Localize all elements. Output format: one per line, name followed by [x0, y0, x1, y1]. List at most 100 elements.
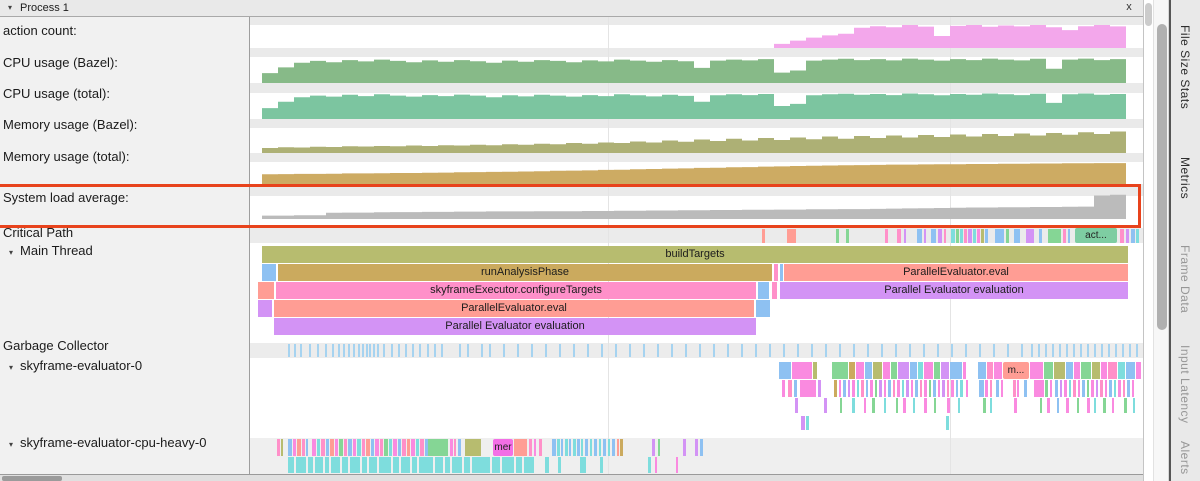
- trace-event-tick[interactable]: [795, 398, 798, 413]
- trace-event-tick[interactable]: [1045, 380, 1048, 397]
- trace-event-tick[interactable]: [870, 380, 873, 397]
- trace-event-tick[interactable]: [806, 416, 809, 430]
- horizontal-scrollbar-thumb[interactable]: [2, 476, 62, 481]
- trace-event-tick[interactable]: [884, 398, 886, 413]
- trace-event-tick[interactable]: [1100, 380, 1103, 397]
- trace-event-tick[interactable]: [464, 457, 470, 473]
- gc-event-tick[interactable]: [294, 344, 296, 357]
- gc-event-tick[interactable]: [1007, 344, 1009, 357]
- gc-event-tick[interactable]: [1108, 344, 1110, 357]
- trace-event-tick[interactable]: [648, 457, 651, 473]
- trace-event-tick[interactable]: [1040, 398, 1042, 413]
- trace-event-tick[interactable]: [1030, 362, 1043, 379]
- trace-event-tick[interactable]: [990, 380, 992, 397]
- trace-event-tick[interactable]: [366, 439, 370, 456]
- gc-event-tick[interactable]: [503, 344, 505, 357]
- trace-event-tick[interactable]: [840, 398, 842, 413]
- trace-event-tick[interactable]: [458, 439, 461, 456]
- trace-event-tick[interactable]: [1039, 229, 1042, 243]
- trace-event-tick[interactable]: [839, 380, 841, 397]
- trace-event-tick[interactable]: [321, 439, 325, 456]
- trace-event-tick[interactable]: [1060, 380, 1062, 397]
- trace-event-tick[interactable]: [979, 380, 984, 397]
- trace-event-tick[interactable]: [288, 457, 294, 473]
- trace-event-tick[interactable]: [655, 457, 657, 473]
- gc-event-tick[interactable]: [1045, 344, 1047, 357]
- trace-event-tick-labeled[interactable]: mer: [493, 439, 513, 456]
- gc-event-tick[interactable]: [629, 344, 631, 357]
- trace-span[interactable]: [258, 300, 272, 317]
- outer-scrollbar-thumb[interactable]: [1145, 3, 1152, 26]
- gc-event-tick[interactable]: [358, 344, 360, 357]
- trace-event-tick[interactable]: [1132, 380, 1134, 397]
- side-tab-alerts[interactable]: Alerts: [1178, 441, 1192, 475]
- trace-event-tick[interactable]: [1017, 380, 1019, 397]
- gc-event-tick[interactable]: [467, 344, 469, 357]
- trace-event-tick[interactable]: [931, 229, 936, 243]
- gc-event-tick[interactable]: [965, 344, 967, 357]
- trace-event-tick[interactable]: [813, 362, 817, 379]
- trace-event-tick[interactable]: [492, 457, 500, 473]
- trace-event-tick[interactable]: [393, 439, 397, 456]
- trace-event-tick[interactable]: [1094, 398, 1096, 413]
- trace-event-tick[interactable]: [1126, 362, 1135, 379]
- trace-event-tick[interactable]: [1034, 380, 1044, 397]
- counter-chart[interactable]: [262, 188, 1126, 219]
- trace-event-tick[interactable]: [599, 439, 601, 456]
- gc-event-tick[interactable]: [459, 344, 461, 357]
- trace-event-tick[interactable]: [1026, 229, 1034, 243]
- gc-event-tick[interactable]: [1066, 344, 1068, 357]
- gc-event-tick[interactable]: [545, 344, 547, 357]
- outer-vertical-scrollbar[interactable]: [1143, 0, 1153, 481]
- trace-event-tick[interactable]: [581, 439, 583, 456]
- trace-event-tick[interactable]: [861, 380, 864, 397]
- gc-event-tick[interactable]: [1073, 344, 1075, 357]
- trace-event-tick[interactable]: [580, 457, 586, 473]
- trace-event-tick[interactable]: [911, 380, 913, 397]
- trace-event-tick[interactable]: [834, 380, 837, 397]
- trace-event-tick[interactable]: [296, 457, 306, 473]
- trace-event-tick[interactable]: [857, 380, 859, 397]
- trace-event-tick[interactable]: [577, 439, 580, 456]
- counter-chart[interactable]: [262, 17, 1126, 48]
- trace-event-tick[interactable]: [339, 439, 343, 456]
- trace-event-tick[interactable]: [325, 457, 329, 473]
- trace-event-tick[interactable]: [981, 229, 984, 243]
- trace-event-tick[interactable]: [1109, 380, 1112, 397]
- trace-event-tick[interactable]: [281, 439, 283, 456]
- trace-event-tick[interactable]: [1087, 380, 1089, 397]
- trace-event-tick[interactable]: [297, 439, 301, 456]
- trace-event-tick[interactable]: [924, 380, 927, 397]
- trace-event-tick[interactable]: [412, 457, 417, 473]
- gc-event-tick[interactable]: [895, 344, 897, 357]
- trace-event-tick[interactable]: [1077, 398, 1079, 413]
- trace-event-tick[interactable]: [612, 439, 615, 456]
- gc-event-tick[interactable]: [769, 344, 771, 357]
- trace-event-tick[interactable]: [875, 380, 877, 397]
- trace-event-tick[interactable]: [987, 362, 993, 379]
- gc-event-tick[interactable]: [481, 344, 483, 357]
- gc-event-tick[interactable]: [412, 344, 414, 357]
- trace-event-tick[interactable]: [561, 439, 563, 456]
- trace-event-tick[interactable]: [344, 439, 347, 456]
- trace-event-tick[interactable]: [1066, 362, 1073, 379]
- gc-event-tick[interactable]: [979, 344, 981, 357]
- trace-event-tick[interactable]: [529, 439, 532, 456]
- trace-event-tick[interactable]: [973, 229, 976, 243]
- trace-event-tick[interactable]: [1014, 398, 1017, 413]
- gc-event-tick[interactable]: [383, 344, 385, 357]
- trace-event-tick[interactable]: [452, 457, 462, 473]
- trace-event-tick[interactable]: [865, 362, 872, 379]
- gc-event-tick[interactable]: [1080, 344, 1082, 357]
- trace-event-tick[interactable]: [942, 380, 945, 397]
- trace-event-tick[interactable]: [1101, 362, 1107, 379]
- trace-event-tick[interactable]: [956, 229, 959, 243]
- gc-event-tick[interactable]: [300, 344, 302, 357]
- gc-event-tick[interactable]: [1059, 344, 1061, 357]
- gc-event-tick[interactable]: [811, 344, 813, 357]
- trace-event-tick[interactable]: [514, 439, 527, 456]
- trace-event-tick[interactable]: [1001, 380, 1003, 397]
- gc-event-tick[interactable]: [867, 344, 869, 357]
- trace-event-tick[interactable]: [419, 457, 433, 473]
- trace-event-tick[interactable]: [1047, 398, 1050, 413]
